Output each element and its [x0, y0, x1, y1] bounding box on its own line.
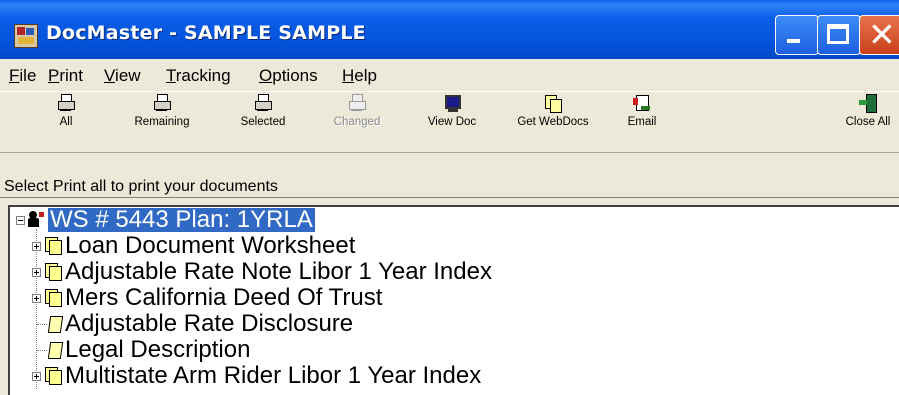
title-bar[interactable]: DocMaster - SAMPLE SAMPLE ✕	[0, 0, 899, 59]
close-all-button[interactable]: Close All	[837, 94, 899, 128]
collapse-icon[interactable]	[16, 216, 25, 225]
close-all-label: Close All	[845, 116, 891, 128]
worksheet-icon	[26, 210, 46, 230]
printer-icon	[254, 94, 272, 112]
tree-item[interactable]: Mers California Deed Of Trust	[10, 286, 710, 310]
window-title: DocMaster - SAMPLE SAMPLE	[46, 22, 366, 44]
document-icon	[47, 342, 64, 359]
app-icon[interactable]	[14, 24, 38, 48]
print-changed-label: Changed	[333, 116, 381, 128]
email-button[interactable]: Email	[617, 94, 667, 128]
tree-line	[37, 350, 47, 351]
menu-help[interactable]: Help	[342, 66, 377, 86]
toolbar: All Remaining Selected Changed View Doc …	[0, 92, 899, 152]
email-icon	[633, 94, 651, 112]
tree-item-label: Legal Description	[65, 336, 251, 363]
view-doc-label: View Doc	[427, 116, 477, 128]
tree-item[interactable]: Multistate Arm Rider Libor 1 Year Index	[10, 364, 710, 388]
printer-icon	[348, 94, 366, 112]
tree-item[interactable]: Loan Document Worksheet	[10, 234, 710, 258]
maximize-button[interactable]	[817, 15, 861, 55]
document-stack-icon	[45, 237, 62, 255]
minimize-button[interactable]	[775, 15, 819, 55]
minimize-icon	[787, 39, 800, 43]
menu-options[interactable]: Options	[259, 66, 318, 86]
tree-item[interactable]: Adjustable Rate Disclosure	[10, 312, 710, 336]
menu-print[interactable]: Print	[48, 66, 83, 86]
print-all-label: All	[59, 116, 73, 128]
close-icon: ✕	[868, 15, 896, 54]
expand-icon[interactable]	[32, 268, 41, 277]
menu-bar: File Print View Tracking Options Help	[0, 59, 899, 91]
printer-icon	[57, 94, 75, 112]
tree-item[interactable]: Adjustable Rate Note Libor 1 Year Index	[10, 260, 710, 284]
print-all-button[interactable]: All	[46, 94, 86, 128]
menu-view[interactable]: View	[104, 66, 141, 86]
menu-tracking[interactable]: Tracking	[166, 66, 231, 86]
documents-icon	[544, 94, 562, 113]
tree-line	[37, 324, 47, 325]
expand-icon[interactable]	[32, 372, 41, 381]
document-stack-icon	[45, 263, 62, 281]
print-remaining-label: Remaining	[134, 116, 190, 128]
expand-icon[interactable]	[32, 294, 41, 303]
instruction-text: Select Print all to print your documents	[4, 178, 278, 195]
tree-item-label: Mers California Deed Of Trust	[65, 284, 383, 311]
print-changed-button[interactable]: Changed	[322, 94, 392, 128]
tree-root-label: WS # 5443 Plan: 1YRLA	[48, 206, 315, 233]
tree-item-label: Multistate Arm Rider Libor 1 Year Index	[65, 362, 482, 389]
print-remaining-button[interactable]: Remaining	[127, 94, 197, 128]
close-button[interactable]: ✕	[859, 15, 899, 55]
document-icon	[47, 316, 64, 333]
maximize-icon	[827, 24, 849, 44]
monitor-icon	[443, 94, 461, 112]
printer-icon	[153, 94, 171, 112]
tree-item[interactable]: Legal Description	[10, 338, 710, 362]
tree-root[interactable]: WS # 5443 Plan: 1YRLA	[10, 206, 610, 233]
get-web-docs-label: Get WebDocs	[517, 116, 589, 128]
print-selected-label: Selected	[240, 116, 286, 128]
document-tree[interactable]: WS # 5443 Plan: 1YRLA Loan Document Work…	[8, 205, 899, 395]
exit-door-icon	[859, 94, 877, 113]
document-stack-icon	[45, 367, 62, 385]
menu-file[interactable]: File	[9, 66, 36, 86]
view-doc-button[interactable]: View Doc	[417, 94, 487, 128]
document-stack-icon	[45, 289, 62, 307]
expand-icon[interactable]	[32, 242, 41, 251]
tree-item-label: Adjustable Rate Disclosure	[65, 310, 354, 337]
get-web-docs-button[interactable]: Get WebDocs	[510, 94, 596, 128]
print-selected-button[interactable]: Selected	[228, 94, 298, 128]
email-label: Email	[627, 116, 657, 128]
tree-item-label: Loan Document Worksheet	[65, 232, 356, 259]
hint-divider	[0, 197, 899, 198]
toolbar-divider	[0, 152, 899, 153]
tree-item-label: Adjustable Rate Note Libor 1 Year Index	[65, 258, 492, 285]
